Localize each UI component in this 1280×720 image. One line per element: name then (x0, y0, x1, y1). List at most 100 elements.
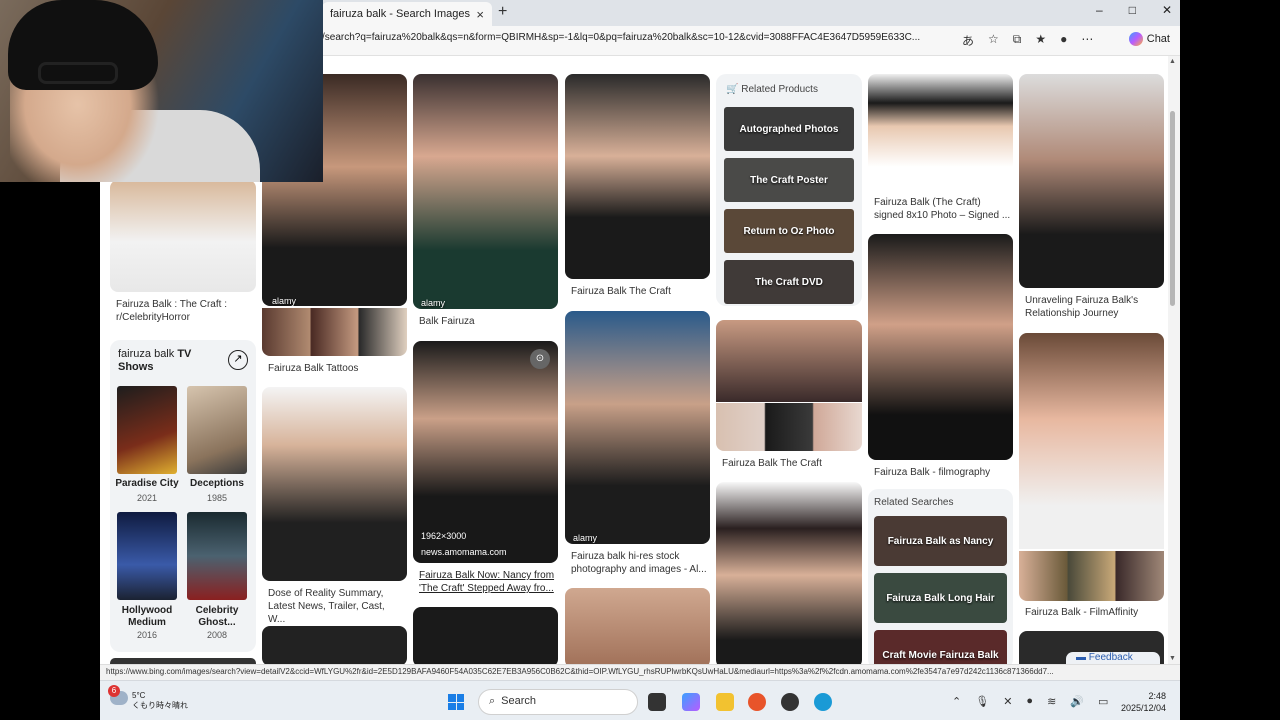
result-image[interactable] (565, 588, 710, 664)
clock[interactable]: 2:48 2025/12/04 (1121, 690, 1166, 714)
scrollbar-thumb[interactable] (1170, 111, 1175, 306)
scrollbar[interactable]: ▲ ▼ (1168, 56, 1180, 664)
tv-shows-title-prefix: fairuza balk (118, 348, 175, 360)
result-image[interactable] (868, 234, 1013, 460)
image-source[interactable]: news.amomama.com (421, 547, 507, 557)
favorites-icon[interactable]: ★ (1035, 32, 1046, 49)
result-image[interactable] (565, 74, 710, 279)
new-tab-button[interactable]: + (498, 3, 507, 21)
show-poster[interactable] (187, 386, 247, 474)
result-image-strip[interactable] (262, 308, 407, 356)
result-image[interactable]: alamy (413, 74, 558, 309)
copilot-app-icon[interactable] (682, 693, 700, 711)
result-caption[interactable]: Fairuza Balk The Craft (722, 457, 822, 470)
result-caption-link[interactable]: Fairuza Balk Now: Nancy from 'The Craft'… (419, 569, 555, 595)
start-button[interactable] (448, 694, 464, 710)
result-caption[interactable]: Balk Fairuza (419, 315, 475, 328)
result-image[interactable] (716, 320, 862, 402)
result-caption[interactable]: Fairuza balk hi-res stock photography an… (571, 550, 707, 576)
feedback-button[interactable]: ▬ Feedback (1066, 652, 1160, 664)
profile-icon[interactable]: ● (1060, 32, 1067, 49)
taskbar-search[interactable]: ⌕ Search (478, 689, 638, 715)
cloud-icon: 6 (108, 685, 128, 705)
result-image-strip[interactable] (716, 403, 862, 451)
related-product[interactable]: Return to Oz Photo (724, 209, 854, 253)
related-product[interactable]: The Craft Poster (724, 158, 854, 202)
result-image[interactable] (1019, 333, 1164, 549)
extensions-icon[interactable]: ⧉ (1013, 32, 1022, 49)
result-image[interactable] (413, 607, 558, 664)
chat-label: Chat (1146, 33, 1170, 45)
close-icon[interactable]: ✕ (1003, 695, 1012, 708)
show-name[interactable]: Paradise City (112, 478, 182, 490)
result-image-hovered[interactable]: 1962×3000 news.amomama.com ⊙ (413, 341, 558, 563)
result-image[interactable] (868, 74, 1013, 190)
tab-close-icon[interactable]: × (476, 7, 484, 22)
result-caption[interactable]: Fairuza Balk - FilmAffinity (1025, 606, 1138, 619)
firefox-icon[interactable] (748, 693, 766, 711)
url-input[interactable]: /search?q=fairuza%20balk&qs=n&form=QBIRM… (322, 32, 962, 43)
show-poster[interactable] (117, 386, 177, 474)
result-caption[interactable]: Fairuza Balk - filmography (874, 466, 990, 479)
search-label: Search (501, 695, 537, 707)
visual-search-icon[interactable]: ⊙ (530, 349, 550, 369)
file-explorer-icon[interactable] (716, 693, 734, 711)
app-tray-icon[interactable]: ● (1026, 695, 1033, 708)
result-image[interactable] (110, 180, 256, 292)
result-image[interactable]: alamy (565, 311, 710, 544)
show-name[interactable]: Hollywood Medium (112, 605, 182, 629)
show-year: 2008 (206, 630, 228, 640)
result-image[interactable] (262, 387, 407, 581)
tab-search-images[interactable]: fairuza balk - Search Images × (322, 2, 492, 26)
battery-icon[interactable]: ▭ (1098, 695, 1108, 708)
result-image[interactable] (716, 482, 862, 664)
more-menu-icon[interactable]: ⋯ (1081, 32, 1093, 49)
result-caption[interactable]: Fairuza Balk : The Craft : r/CelebrityHo… (116, 298, 256, 324)
translate-icon[interactable]: あ (962, 32, 974, 49)
address-bar-icons: あ ☆ ⧉ ★ ● ⋯ (962, 32, 1093, 49)
edge-icon[interactable] (814, 693, 832, 711)
scroll-down-icon[interactable]: ▼ (1169, 655, 1176, 662)
related-product[interactable]: Autographed Photos (724, 107, 854, 151)
result-caption[interactable]: Fairuza Balk The Craft (571, 285, 671, 298)
favorite-star-icon[interactable]: ☆ (988, 32, 999, 49)
tv-shows-title: fairuza balk TV Shows (118, 348, 191, 374)
task-view-icon[interactable] (648, 693, 666, 711)
chevron-up-icon[interactable]: ⌃ (952, 695, 961, 708)
show-name[interactable]: Celebrity Ghost... (182, 605, 252, 629)
related-products-label: Related Products (741, 84, 818, 95)
show-name[interactable]: Deceptions (182, 478, 252, 490)
microphone-icon[interactable]: 🎙 (975, 695, 989, 708)
weather-widget[interactable]: 6 5°C くもり時々晴れ (108, 685, 188, 711)
app-icon[interactable] (781, 693, 799, 711)
related-search[interactable]: Fairuza Balk as Nancy (874, 516, 1007, 566)
open-arrow-icon[interactable]: ↗ (228, 350, 248, 370)
related-product[interactable]: The Craft DVD (724, 260, 854, 304)
notification-badge: 6 (108, 685, 120, 697)
related-search[interactable]: Craft Movie Fairuza Balk (874, 630, 1007, 664)
result-caption[interactable]: Unraveling Fairuza Balk's Relationship J… (1025, 294, 1163, 320)
related-searches-card: Related Searches Fairuza Balk as Nancy F… (868, 489, 1013, 664)
webcam-overlay (0, 0, 323, 182)
result-image[interactable] (262, 626, 407, 664)
related-search[interactable]: Fairuza Balk Long Hair (874, 573, 1007, 623)
result-image-strip[interactable] (1019, 551, 1164, 601)
close-window-button[interactable]: ✕ (1162, 3, 1172, 17)
minimize-button[interactable]: – (1096, 3, 1103, 17)
system-tray: ⌃ 🎙 ✕ ● ≋ 🔊 ▭ (952, 695, 1108, 708)
tv-shows-title-line2: Shows (118, 361, 154, 373)
copilot-chat-button[interactable]: Chat (1128, 32, 1170, 46)
weather-text: くもり時々晴れ (132, 701, 188, 710)
result-caption[interactable]: Dose of Reality Summary, Latest News, Tr… (268, 587, 404, 626)
result-caption[interactable]: Fairuza Balk (The Craft) signed 8x10 Pho… (874, 196, 1012, 222)
show-poster[interactable] (187, 512, 247, 600)
maximize-button[interactable]: □ (1129, 3, 1136, 17)
show-poster[interactable] (117, 512, 177, 600)
watermark: alamy (272, 296, 297, 306)
result-image[interactable] (1019, 74, 1164, 288)
volume-icon[interactable]: 🔊 (1070, 695, 1084, 708)
wifi-icon[interactable]: ≋ (1047, 695, 1056, 708)
search-icon: ⌕ (489, 695, 496, 707)
result-caption[interactable]: Fairuza Balk Tattoos (268, 362, 358, 375)
scroll-up-icon[interactable]: ▲ (1169, 58, 1176, 65)
